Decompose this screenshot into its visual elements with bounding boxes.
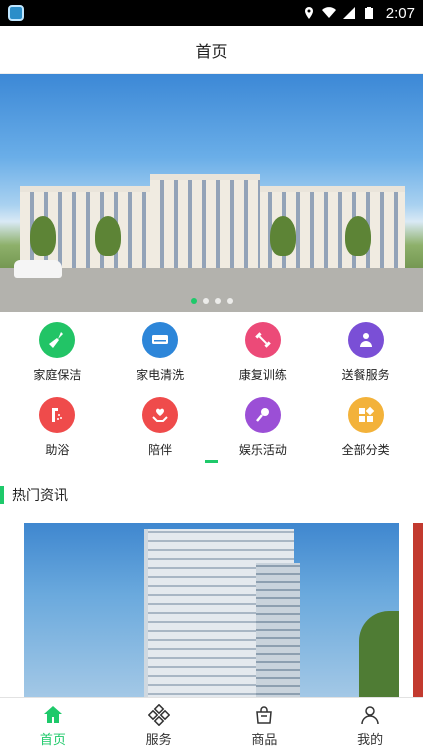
service-label: 家电清洗 [136, 368, 185, 382]
service-item-appliance-cleaning[interactable]: 家电清洗 [109, 322, 212, 383]
service-label: 送餐服务 [341, 368, 390, 382]
service-item-meal-delivery[interactable]: 送餐服务 [314, 322, 417, 383]
page-title: 首页 [195, 41, 228, 61]
banner-car [14, 260, 62, 278]
delivery-person-icon [347, 322, 384, 358]
hot-news-header: 热门资讯 [0, 486, 68, 504]
tab-label: 服务 [145, 733, 172, 748]
service-item-companionship[interactable]: 陪伴 [109, 397, 212, 458]
service-label: 全部分类 [341, 443, 390, 457]
banner-building-center [150, 174, 260, 278]
tab-label: 我的 [357, 733, 384, 748]
app-notification-icon [8, 5, 24, 21]
tab-home[interactable]: 首页 [0, 698, 106, 754]
profile-icon [361, 706, 379, 725]
service-label: 康复训练 [238, 368, 287, 382]
service-label: 家庭保洁 [33, 368, 82, 382]
tab-label: 商品 [251, 733, 278, 748]
news-tree [359, 611, 399, 701]
banner-tree [345, 216, 371, 256]
section-accent-bar [0, 486, 4, 504]
service-icon [147, 704, 170, 726]
carousel-dot[interactable] [190, 298, 197, 304]
header: 首页 [0, 26, 423, 74]
tab-profile[interactable]: 我的 [317, 698, 423, 754]
shower-icon [39, 397, 76, 433]
home-icon [43, 706, 62, 723]
service-label: 陪伴 [148, 443, 173, 457]
shopping-bag-icon [256, 706, 273, 724]
tab-products[interactable]: 商品 [212, 698, 318, 754]
service-label: 娱乐活动 [238, 443, 287, 457]
service-item-cleaning[interactable]: 家庭保洁 [6, 322, 109, 383]
banner-road [0, 268, 423, 312]
battery-icon [364, 7, 373, 19]
category-icon [347, 397, 384, 433]
news-card-next[interactable] [413, 523, 423, 701]
dumbbell-icon [244, 322, 281, 358]
broom-icon [39, 322, 76, 358]
air-conditioner-icon [142, 322, 179, 358]
wifi-icon [321, 7, 336, 18]
tab-service[interactable]: 服务 [106, 698, 212, 754]
section-title: 热门资讯 [12, 488, 68, 504]
carousel-dots [0, 298, 423, 304]
service-item-bath-assist[interactable]: 助浴 [6, 397, 109, 458]
status-bar: 2:07 [0, 0, 423, 26]
banner-tree [95, 216, 121, 256]
signal-icon [342, 7, 355, 19]
tab-label: 首页 [39, 733, 66, 748]
service-grid: 家庭保洁 家电清洗 康复训练 送餐服务 助浴 陪伴 娱乐活动 全部分类 [6, 322, 417, 458]
banner-tree [30, 216, 56, 256]
microphone-icon [244, 397, 281, 433]
banner-tree [270, 216, 296, 256]
service-item-rehab[interactable]: 康复训练 [212, 322, 315, 383]
service-item-all-categories[interactable]: 全部分类 [314, 397, 417, 458]
news-card-image[interactable] [24, 523, 399, 701]
location-icon [304, 7, 313, 19]
grid-page-indicator [205, 460, 218, 463]
carousel-dot[interactable] [202, 298, 209, 304]
carousel-dot[interactable] [214, 298, 221, 304]
service-label: 助浴 [45, 443, 70, 457]
carousel-dot[interactable] [226, 298, 233, 304]
status-time: 2:07 [385, 4, 415, 22]
bottom-tab-bar: 首页 服务 商品 我的 [0, 697, 423, 754]
service-item-entertainment[interactable]: 娱乐活动 [212, 397, 315, 458]
banner-carousel[interactable] [0, 74, 423, 312]
news-tower-side [256, 563, 300, 701]
care-hands-icon [142, 397, 179, 433]
